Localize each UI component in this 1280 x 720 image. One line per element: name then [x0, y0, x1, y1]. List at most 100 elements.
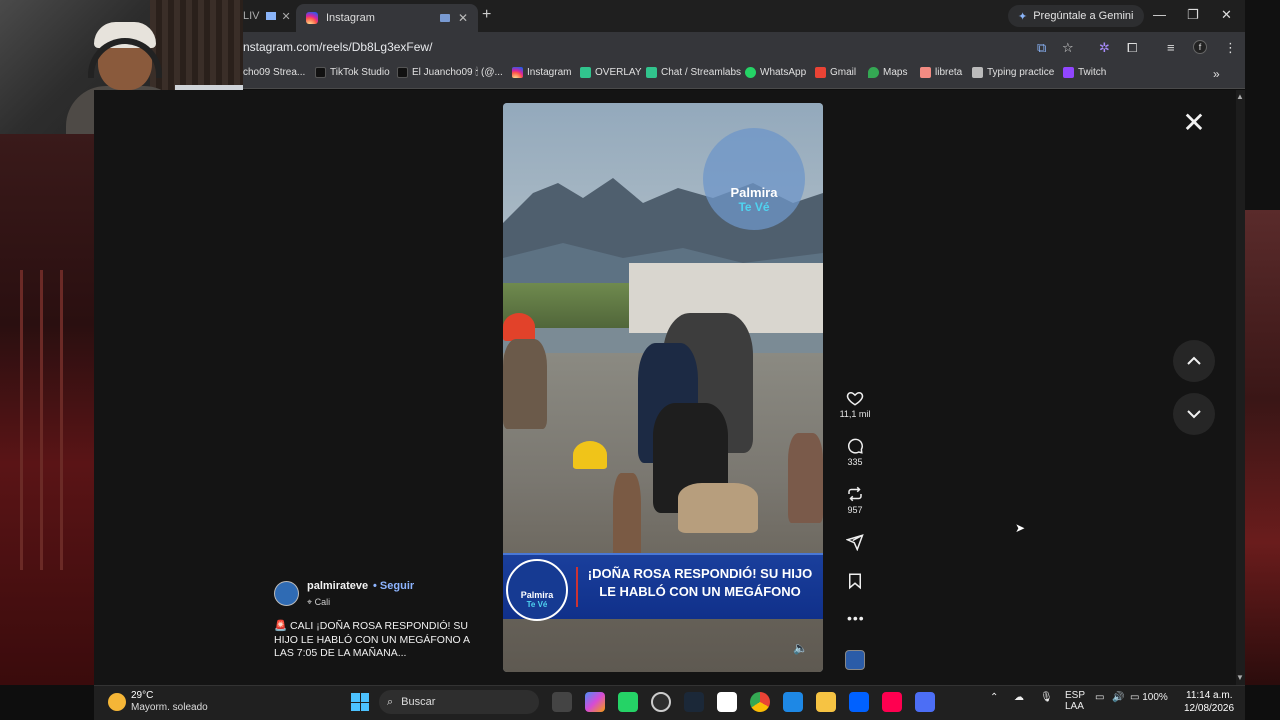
- bookmark-label: cho09 Strea...: [243, 67, 306, 78]
- watermark-line2: Te Vé: [738, 200, 770, 214]
- bookmark-item[interactable]: Twitch: [1063, 67, 1106, 78]
- scrollbar[interactable]: [1236, 90, 1245, 685]
- tab-partial[interactable]: LIV ✕: [243, 5, 295, 27]
- keyboard-icon: [972, 67, 983, 78]
- bookmark-item[interactable]: Instagram: [512, 67, 571, 78]
- watermark-line1: Palmira: [730, 185, 778, 200]
- onedrive-icon[interactable]: ☁: [1014, 692, 1024, 703]
- weather-description[interactable]: Mayorm. soleado: [131, 702, 208, 713]
- like-button[interactable]: 11,1 mil: [836, 389, 874, 419]
- whatsapp-icon[interactable]: [618, 692, 638, 712]
- original-audio-avatar[interactable]: [845, 650, 865, 670]
- tiktok-icon[interactable]: [882, 692, 902, 712]
- minimize-button[interactable]: —: [1153, 7, 1166, 22]
- follow-button[interactable]: • Seguir: [373, 580, 414, 592]
- window-close-button[interactable]: ✕: [1221, 7, 1232, 23]
- extensions-puzzle-icon[interactable]: ⧠: [1127, 40, 1137, 56]
- microphone-icon[interactable]: 🎙: [1040, 692, 1053, 703]
- url-field[interactable]: nstagram.com/reels/Db8Lg3exFew/: [243, 40, 432, 54]
- language-line2: LAA: [1065, 701, 1084, 712]
- whatsapp-icon: [745, 67, 756, 78]
- tray-overflow-icon[interactable]: ⌃: [990, 692, 998, 703]
- steam-icon[interactable]: [684, 692, 704, 712]
- bookmark-item[interactable]: El Juancho09 🕯 (@...: [397, 67, 503, 78]
- start-button[interactable]: [351, 693, 369, 711]
- copilot-icon[interactable]: [585, 692, 605, 712]
- chevron-down-icon: [1187, 410, 1201, 419]
- scroll-down-arrow-icon[interactable]: ▼: [1236, 673, 1244, 682]
- author-avatar[interactable]: [274, 581, 299, 606]
- next-reel-button[interactable]: [1173, 393, 1215, 435]
- file-explorer-icon[interactable]: [816, 692, 836, 712]
- bookmark-item[interactable]: cho09 Strea...: [243, 67, 305, 78]
- comment-count: 335: [847, 457, 863, 467]
- news-banner: Palmira Te Vé ¡DOÑA ROSA RESPONDIÓ! SU H…: [503, 553, 823, 621]
- weather-sun-icon[interactable]: [108, 693, 126, 711]
- battery-indicator[interactable]: ▭ 100%: [1130, 692, 1168, 703]
- tab-close-icon[interactable]: ✕: [282, 10, 291, 23]
- like-count: 11,1 mil: [839, 409, 871, 419]
- capcut-icon[interactable]: [717, 692, 737, 712]
- heart-icon: [846, 391, 864, 406]
- taskbar-search[interactable]: ⌕ Buscar: [379, 690, 539, 714]
- comment-button[interactable]: 335: [836, 437, 874, 467]
- author-username[interactable]: palmirateve: [307, 580, 368, 592]
- save-button[interactable]: [836, 572, 874, 590]
- desktop-background-right-top: [1245, 0, 1280, 210]
- gemini-button[interactable]: ✦ Pregúntale a Gemini: [1008, 5, 1144, 27]
- location-tag[interactable]: ⌖ Cali: [307, 597, 330, 608]
- scroll-up-arrow-icon[interactable]: ▲: [1236, 92, 1244, 101]
- tiktok-icon: [315, 67, 326, 78]
- banner-logo: Palmira Te Vé: [506, 559, 568, 621]
- bookmark-label: WhatsApp: [760, 67, 807, 78]
- previous-reel-button[interactable]: [1173, 340, 1215, 382]
- clock-time[interactable]: 11:14 a.m.: [1186, 690, 1233, 701]
- repost-icon: [848, 486, 862, 502]
- task-view-icon[interactable]: [552, 692, 572, 712]
- tab-media-icon: [439, 14, 450, 22]
- dropbox-icon[interactable]: [849, 692, 869, 712]
- app-icon[interactable]: [651, 692, 671, 712]
- bookmark-item[interactable]: TikTok Studio: [315, 67, 390, 78]
- network-icon[interactable]: ▭: [1095, 692, 1104, 703]
- bookmark-item[interactable]: WhatsApp: [745, 67, 806, 78]
- new-tab-button[interactable]: +: [482, 6, 491, 24]
- app-icon[interactable]: [915, 692, 935, 712]
- bookmark-item[interactable]: Typing practice: [972, 67, 1054, 78]
- menu-kebab-icon[interactable]: ⋮: [1224, 40, 1237, 56]
- clock-date[interactable]: 12/08/2026: [1184, 703, 1234, 714]
- battery-percent: 100%: [1142, 692, 1168, 703]
- repost-button[interactable]: 957: [836, 485, 874, 515]
- maximize-button[interactable]: ❐: [1187, 7, 1199, 23]
- bookmark-item[interactable]: libreta: [920, 67, 962, 78]
- share-button[interactable]: [836, 533, 874, 551]
- volume-icon[interactable]: 🔈: [793, 641, 808, 655]
- tab-instagram[interactable]: Instagram ✕: [296, 4, 478, 32]
- bookmark-item[interactable]: Chat / Streamlabs: [646, 67, 741, 78]
- install-app-icon[interactable]: ⧉: [1037, 40, 1046, 56]
- bookmarks-overflow-icon[interactable]: »: [1213, 67, 1220, 81]
- bookmark-label: Chat / Streamlabs: [661, 67, 742, 78]
- bookmark-label: Instagram: [527, 67, 572, 78]
- tab-close-icon[interactable]: ✕: [458, 11, 468, 25]
- close-reel-button[interactable]: ✕: [1181, 109, 1207, 137]
- weather-temperature[interactable]: 29°C: [131, 690, 153, 701]
- search-placeholder: Buscar: [401, 696, 436, 708]
- profile-avatar[interactable]: f: [1193, 40, 1207, 54]
- bookmark-star-icon[interactable]: ☆: [1062, 40, 1074, 56]
- bookmark-item[interactable]: Gmail: [815, 67, 856, 78]
- app-icon[interactable]: [783, 692, 803, 712]
- gemini-label: Pregúntale a Gemini: [1033, 10, 1134, 22]
- banner-headline: ¡DOÑA ROSA RESPONDIÓ! SU HIJO LE HABLÓ C…: [587, 566, 813, 599]
- windows-logo-icon: [360, 693, 369, 702]
- more-options-icon[interactable]: •••: [847, 610, 865, 626]
- bookmark-item[interactable]: Maps: [868, 67, 907, 78]
- bookmark-item[interactable]: OVERLAY: [580, 67, 642, 78]
- chevron-up-icon: [1187, 356, 1201, 365]
- language-indicator[interactable]: ESP LAA: [1065, 690, 1085, 712]
- extension-icon[interactable]: ✲: [1099, 40, 1110, 56]
- volume-icon[interactable]: 🔊: [1112, 692, 1124, 703]
- media-control-icon[interactable]: ≡: [1167, 40, 1175, 55]
- reel-video[interactable]: Palmira Te Vé Palmira Te Vé ¡DOÑA ROSA R…: [503, 103, 823, 672]
- chrome-icon[interactable]: [750, 692, 770, 712]
